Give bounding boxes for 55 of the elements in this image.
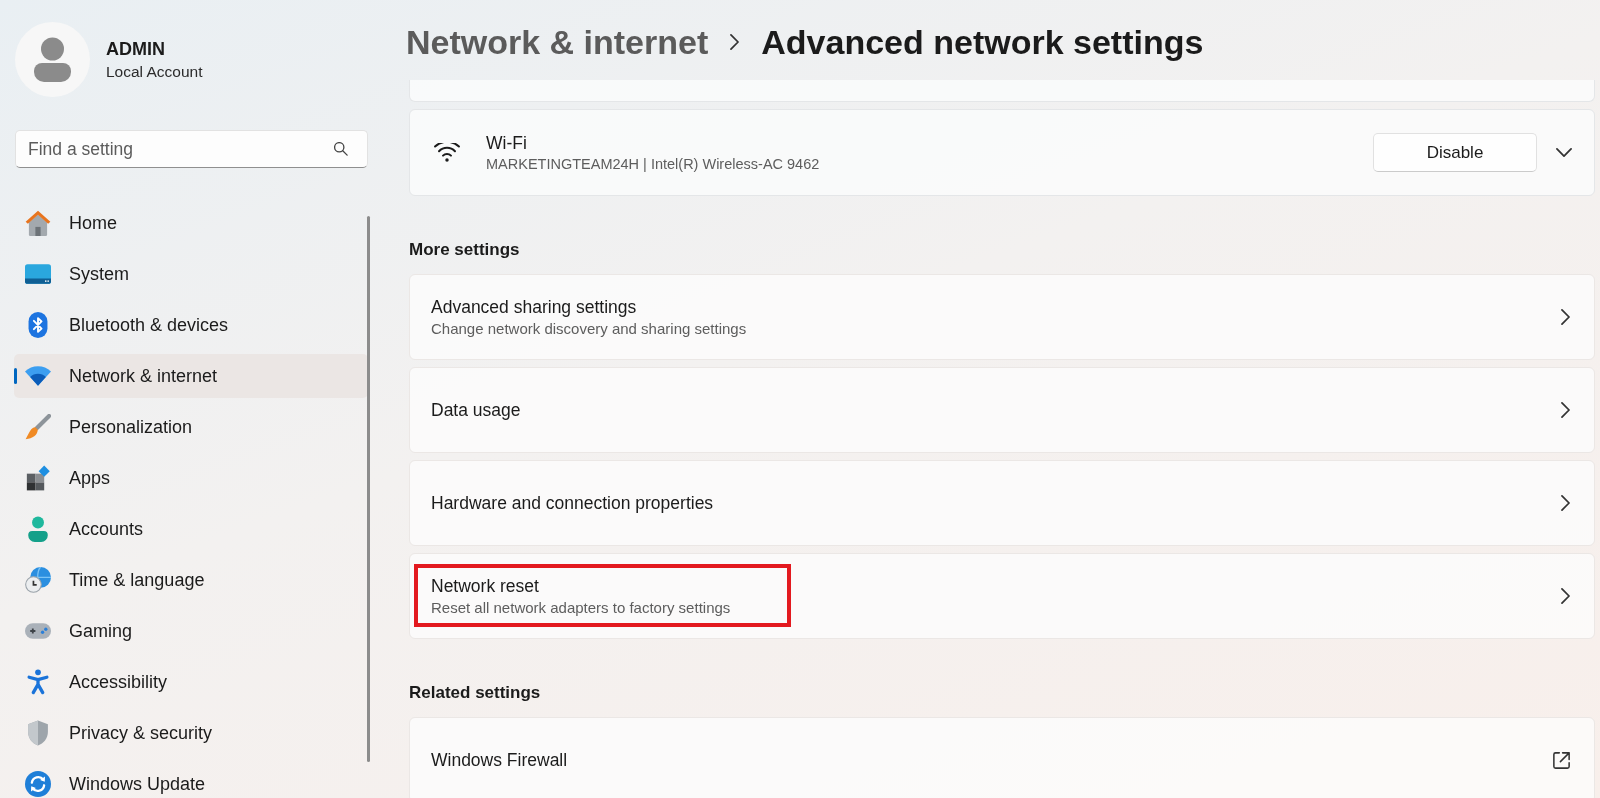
chevron-right-icon [1561,309,1570,325]
breadcrumb-link[interactable]: Network & internet [406,16,709,68]
disable-button[interactable]: Disable [1373,133,1537,172]
paintbrush-icon [25,414,51,440]
app-tiles-icon [25,465,51,491]
avatar-icon[interactable] [15,22,90,97]
settings-card[interactable]: Data usage [409,367,1595,453]
card-title: Windows Firewall [431,748,568,772]
chevron-right-icon [1561,588,1570,604]
monitor-icon [25,261,51,287]
card-title: Hardware and connection properties [431,491,714,515]
adapter-details: MARKETINGTEAM24H | Intel(R) Wireless-AC 9462 [486,154,820,174]
section-heading: Related settings [409,682,542,704]
nav-item[interactable]: Accounts [14,507,368,551]
account-name: ADMIN [106,37,166,61]
scrollbar[interactable] [367,216,370,762]
external-link-icon [1553,751,1570,769]
globe-clock-icon [25,567,51,593]
card-subtitle: Change network discovery and sharing settings [431,319,747,338]
nav-item[interactable]: Time & language [14,558,368,602]
account-type: Local Account [106,61,203,82]
section-heading: More settings [409,239,521,261]
nav-item[interactable]: Apps [14,456,368,500]
card-title: Advanced sharing settings [431,296,638,319]
refresh-icon [25,771,51,797]
page-title: Advanced network settings [761,21,1204,63]
search-field[interactable]: Find a setting [15,130,368,168]
house-icon [25,210,51,236]
nav-item[interactable]: Windows Update [14,762,368,798]
settings-card[interactable]: Network reset Reset all network adapters to factory settings [409,553,1595,639]
chevron-right-icon [730,34,740,50]
person-icon [25,516,51,542]
adapter-name: Wi-Fi [486,131,528,155]
nav-item[interactable]: Home [14,201,368,245]
chevron-right-icon [1561,495,1570,511]
chevron-down-icon[interactable] [1556,148,1572,157]
settings-card[interactable]: Hardware and connection properties [409,460,1595,546]
card-title: Network reset [431,575,540,598]
card-title: Data usage [431,398,521,422]
card-subtitle: Reset all network adapters to factory settings [431,598,731,617]
nav-item[interactable]: Bluetooth & devices [14,303,368,347]
chevron-right-icon [1561,402,1570,418]
accessibility-icon [25,669,51,695]
nav-item[interactable]: Network & internet [14,354,368,398]
nav-item[interactable]: Privacy & security [14,711,368,755]
nav-item[interactable]: Accessibility [14,660,368,704]
shield-icon [25,720,51,746]
wifi-icon [434,142,460,163]
settings-card[interactable]: Windows Firewall [409,717,1595,798]
selection-indicator [14,368,17,384]
adapter-card[interactable]: Wi-Fi MARKETINGTEAM24H | Intel(R) Wireless-AC 9462 Disable [409,109,1595,196]
nav-item[interactable]: Personalization [14,405,368,449]
nav-item[interactable]: System [14,252,368,296]
search-icon [334,142,348,156]
settings-card[interactable]: Advanced sharing settings Change network discovery and sharing settings [409,274,1595,360]
